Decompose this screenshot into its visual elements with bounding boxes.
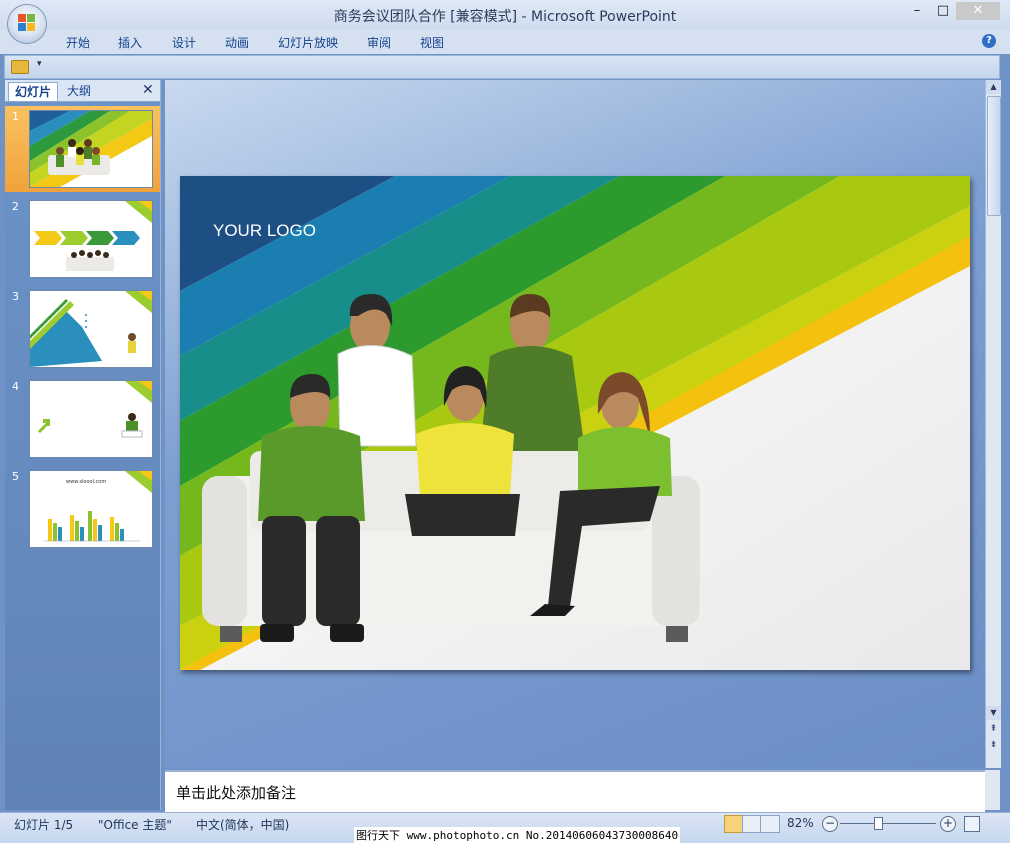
slide-number: 3 — [12, 290, 19, 303]
zoom-in-button[interactable]: + — [940, 816, 956, 832]
slide-artwork: YOUR LOGO — [180, 176, 970, 670]
status-bar: 幻灯片 1/5 "Office 主题" 中文(简体，中国) 图行天下 www.p… — [0, 812, 1010, 843]
slide-editor: YOUR LOGO — [165, 80, 985, 768]
current-slide[interactable]: YOUR LOGO — [180, 176, 970, 670]
tab-slides[interactable]: 幻灯片 — [8, 82, 59, 101]
notes-scrollbar[interactable] — [985, 770, 1000, 810]
notes-pane[interactable]: 单击此处添加备注 — [165, 770, 985, 812]
scroll-up-icon[interactable]: ▲ — [986, 80, 1001, 94]
slide-preview — [29, 380, 153, 458]
office-logo-icon — [18, 14, 36, 32]
slide-thumbnail-2[interactable]: 2 — [5, 196, 160, 282]
watermark-text: 图行天下 www.photophoto.cn No.20140606043730… — [354, 827, 681, 843]
slide-number: 2 — [12, 200, 19, 213]
vertical-scrollbar[interactable]: ▲ ▼ ⇞ ⇟ — [985, 80, 1001, 768]
close-icon[interactable]: ✕ — [142, 82, 154, 98]
slideshow-view-icon[interactable] — [760, 815, 780, 833]
tab-outline[interactable]: 大纲 — [61, 82, 97, 100]
tab-view[interactable]: 视图 — [420, 34, 444, 51]
zoom-out-button[interactable]: − — [822, 816, 838, 832]
tab-home[interactable]: 开始 — [66, 34, 90, 51]
scroll-down-icon[interactable]: ▼ — [986, 706, 1001, 720]
help-icon[interactable]: ? — [982, 34, 996, 48]
quick-access-toolbar: ▾ — [4, 55, 1000, 79]
slide-logo-text: YOUR LOGO — [213, 221, 316, 240]
tab-review[interactable]: 审阅 — [367, 34, 391, 51]
slide-sorter-view-icon[interactable] — [742, 815, 762, 833]
next-slide-icon[interactable]: ⇟ — [986, 738, 1001, 752]
slide-thumbnail-3[interactable]: 3 — [5, 286, 160, 372]
folder-open-icon[interactable] — [11, 60, 29, 74]
tab-design[interactable]: 设计 — [172, 34, 196, 51]
tab-slideshow[interactable]: 幻灯片放映 — [278, 34, 338, 51]
previous-slide-icon[interactable]: ⇞ — [986, 722, 1001, 736]
office-button[interactable] — [8, 5, 46, 43]
thumb-caption: www.sloool.com — [66, 479, 106, 485]
slide-indicator: 幻灯片 1/5 — [14, 818, 74, 832]
slides-pane: 幻灯片 大纲 ✕ 1 2 3 4 5 www.sloool.com — [5, 80, 161, 810]
zoom-level[interactable]: 82% — [787, 816, 814, 830]
slide-number: 1 — [12, 110, 19, 123]
tab-insert[interactable]: 插入 — [118, 34, 142, 51]
slide-thumbnail-1[interactable]: 1 — [5, 106, 160, 192]
pane-tabs: 幻灯片 大纲 ✕ — [5, 80, 160, 102]
slide-preview: www.sloool.com — [29, 470, 153, 548]
maximize-button[interactable]: □ — [930, 2, 956, 20]
slide-thumbnail-5[interactable]: 5 www.sloool.com — [5, 466, 160, 552]
zoom-slider[interactable] — [840, 823, 936, 824]
title-bar: 商务会议团队合作 [兼容模式] - Microsoft PowerPoint –… — [0, 0, 1010, 30]
normal-view-icon[interactable] — [724, 815, 744, 833]
scroll-thumb[interactable] — [987, 96, 1001, 216]
window-title: 商务会议团队合作 [兼容模式] - Microsoft PowerPoint — [333, 9, 677, 25]
slide-preview — [29, 110, 153, 188]
zoom-slider-thumb[interactable] — [874, 817, 883, 830]
slide-number: 4 — [12, 380, 19, 393]
language-indicator[interactable]: 中文(简体，中国) — [196, 816, 289, 833]
theme-name: "Office 主题" — [98, 818, 172, 832]
fit-to-window-icon[interactable] — [964, 816, 980, 832]
slide-preview — [29, 200, 153, 278]
slide-number: 5 — [12, 470, 19, 483]
minimize-button[interactable]: – — [904, 2, 930, 20]
customize-qat-button[interactable]: ▾ — [37, 59, 42, 69]
ribbon-tabs: 开始 插入 设计 动画 幻灯片放映 审阅 视图 ? — [0, 30, 1010, 54]
notes-placeholder[interactable]: 单击此处添加备注 — [176, 782, 296, 803]
tab-animations[interactable]: 动画 — [225, 34, 249, 51]
close-button[interactable]: ✕ — [956, 2, 1000, 20]
slide-thumbnail-4[interactable]: 4 — [5, 376, 160, 462]
slide-preview — [29, 290, 153, 368]
